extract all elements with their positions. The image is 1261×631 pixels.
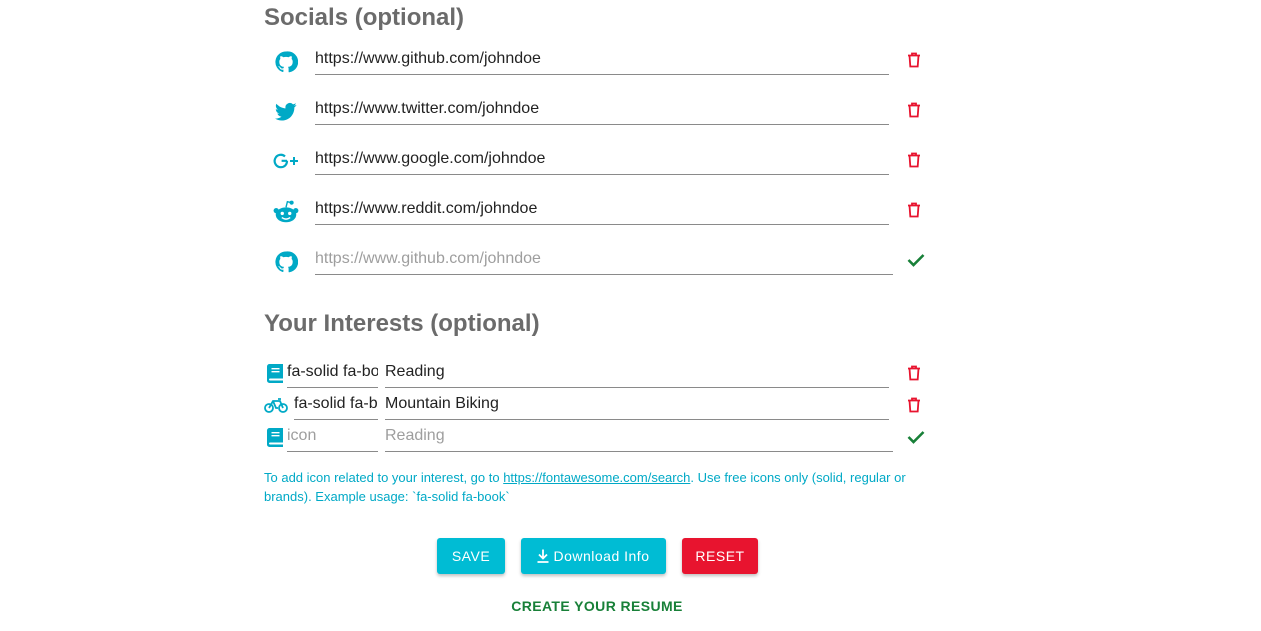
delete-icon[interactable] xyxy=(904,150,924,170)
interests-heading: Your Interests (optional) xyxy=(264,310,540,337)
new-social-url-input[interactable] xyxy=(315,244,893,275)
save-button[interactable]: SAVE xyxy=(437,538,505,574)
social-url-input[interactable] xyxy=(315,94,889,125)
interest-icon-class-input[interactable] xyxy=(287,357,378,388)
interest-icon-help-text: To add icon related to your interest, go… xyxy=(264,468,932,506)
book-icon xyxy=(264,363,286,383)
github-icon xyxy=(272,248,300,276)
check-icon[interactable] xyxy=(906,250,926,270)
delete-icon[interactable] xyxy=(904,363,924,383)
delete-icon[interactable] xyxy=(904,100,924,120)
social-row xyxy=(264,140,932,180)
social-url-input[interactable] xyxy=(315,194,889,225)
delete-icon[interactable] xyxy=(904,200,924,220)
reddit-icon xyxy=(272,198,300,226)
interest-row xyxy=(264,357,932,389)
interest-name-input[interactable] xyxy=(385,357,889,388)
download-info-label: Download Info xyxy=(553,548,650,564)
new-interest-name-input[interactable] xyxy=(385,421,893,452)
delete-icon[interactable] xyxy=(904,395,924,415)
reset-button[interactable]: RESET xyxy=(682,538,758,574)
fontawesome-search-link[interactable]: https://fontawesome.com/search xyxy=(503,470,690,485)
new-social-row xyxy=(264,240,932,280)
twitter-icon xyxy=(272,98,300,126)
resume-form: Socials (optional) https://www.github.co… xyxy=(0,0,1261,631)
social-row xyxy=(264,90,932,130)
social-url-input[interactable] xyxy=(315,44,889,75)
google-plus-icon xyxy=(272,148,300,176)
new-interest-row xyxy=(264,421,932,453)
download-icon xyxy=(537,549,549,563)
new-interest-icon-input[interactable] xyxy=(287,421,378,452)
bicycle-icon xyxy=(264,395,288,415)
download-info-button[interactable]: Download Info xyxy=(521,538,666,574)
social-row xyxy=(264,190,932,230)
social-url-input[interactable] xyxy=(315,144,889,175)
help-text-prefix: To add icon related to your interest, go… xyxy=(264,470,504,485)
interest-name-input[interactable] xyxy=(385,389,889,420)
delete-icon[interactable] xyxy=(904,50,924,70)
github-icon xyxy=(272,48,300,76)
create-resume-link[interactable]: CREATE YOUR RESUME xyxy=(497,598,697,614)
check-icon[interactable] xyxy=(906,427,926,447)
book-icon xyxy=(264,427,286,447)
interest-row xyxy=(264,389,932,421)
socials-heading: Socials (optional) xyxy=(264,4,465,31)
social-row xyxy=(264,40,932,80)
interest-icon-class-input[interactable] xyxy=(294,389,378,420)
